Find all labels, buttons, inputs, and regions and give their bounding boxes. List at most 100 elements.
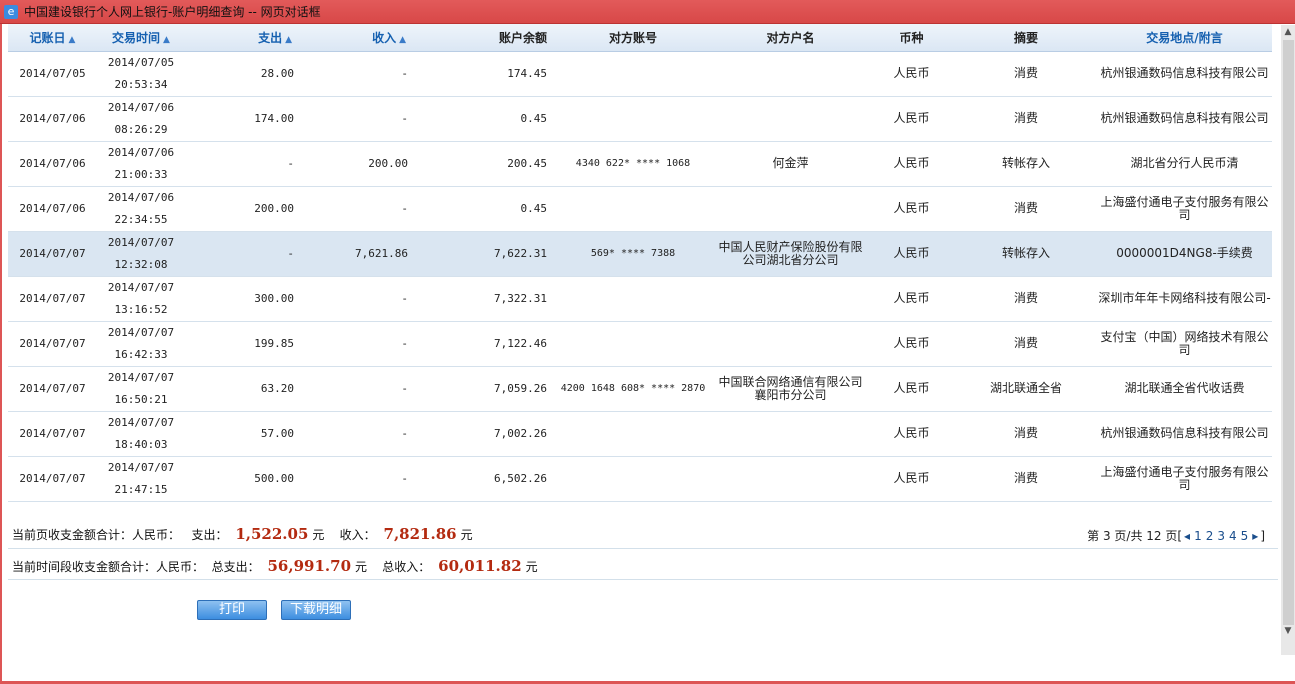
table-row[interactable]: 2014/07/07 2014/07/07 21:47:15 500.00 - 6,502… — [8, 456, 1272, 502]
column-header[interactable]: 交易时间 ▲ — [97, 24, 185, 52]
transaction-time-cell: 2014/07/07 16:50:21 — [97, 366, 185, 412]
table-row[interactable]: 2014/07/07 2014/07/07 13:16:52 300.00 - 7,322… — [8, 276, 1272, 322]
table-row[interactable]: 2014/07/06 2014/07/06 21:00:33 - 200.00 200.4… — [8, 141, 1272, 187]
sort-icon[interactable]: ▲ — [69, 35, 76, 45]
table-row[interactable]: 2014/07/07 2014/07/07 16:50:21 63.20 - 7,059.… — [8, 366, 1272, 412]
credit-cell: 200.00 — [300, 141, 414, 187]
window-title: 中国建设银行个人网上银行-账户明细查询 -- 网页对话框 — [24, 5, 321, 19]
location-note: 杭州银通数码信息科技有限公司 — [1100, 111, 1269, 125]
page-link[interactable]: 1 — [1194, 529, 1202, 543]
column-header[interactable]: 支出 ▲ — [185, 24, 300, 52]
credit-cell: - — [300, 366, 414, 412]
next-page-icon[interactable]: ▸ — [1252, 529, 1258, 543]
column-header-label: 支出 — [258, 30, 283, 45]
debit-cell: 500.00 — [185, 456, 300, 502]
summary-cell: 消费 — [955, 456, 1097, 502]
column-header: 账户余额 — [414, 24, 553, 52]
transaction-time: 12:32:08 — [114, 257, 168, 271]
column-header-label: 对方账号 — [608, 30, 657, 45]
counterparty-name-cell — [713, 411, 868, 457]
prev-page-icon[interactable]: ◂ — [1184, 529, 1190, 543]
transaction-time: 16:42:33 — [114, 347, 168, 361]
location-note: 杭州银通数码信息科技有限公司 — [1100, 426, 1269, 440]
balance: 7,059.26 — [494, 381, 547, 395]
table-row[interactable]: 2014/07/07 2014/07/07 16:42:33 199.85 - 7,122… — [8, 321, 1272, 367]
page-link[interactable]: 4 — [1229, 529, 1237, 543]
column-header[interactable]: 记账日 ▲ — [8, 24, 97, 52]
summary-cell: 消费 — [955, 321, 1097, 367]
column-header: 交易地点/附言 — [1097, 24, 1272, 52]
download-button[interactable]: 下载明细 — [281, 600, 351, 620]
location-note-cell: 杭州银通数码信息科技有限公司 — [1097, 51, 1272, 97]
print-button[interactable]: 打印 — [197, 600, 267, 620]
balance: 7,002.26 — [494, 426, 547, 440]
unit: 元 — [312, 528, 325, 542]
debit-cell: 300.00 — [185, 276, 300, 322]
posting-date: 2014/07/07 — [19, 381, 86, 395]
page-out-amount: 1,522.05 — [235, 525, 309, 543]
posting-date: 2014/07/06 — [19, 156, 86, 170]
transaction-time: 16:50:21 — [114, 392, 168, 406]
page-link[interactable]: 5 — [1241, 529, 1249, 543]
posting-date: 2014/07/06 — [19, 111, 86, 125]
scroll-up-icon[interactable]: ▲ — [1281, 27, 1295, 41]
table-row[interactable]: 2014/07/07 2014/07/07 12:32:08 - 7,621.86 7,6… — [8, 231, 1272, 277]
credit: - — [401, 426, 408, 440]
currency-cell: 人民币 — [868, 321, 955, 367]
location-note: 0000001D4NG8-手续费 — [1116, 246, 1253, 260]
column-header-label: 交易时间 — [112, 30, 161, 45]
counterparty-name-cell — [713, 96, 868, 142]
column-header-label: 交易地点/附言 — [1146, 30, 1223, 45]
counterparty-account-cell — [553, 411, 713, 457]
counterparty-account-cell — [553, 456, 713, 502]
transaction-table-container: 记账日 ▲ 交易时间 ▲ 支出 ▲ 收入 ▲ 账户余额 对方账号 对方户名 币种 摘要 交易地点/附言 2… — [8, 24, 1272, 502]
scroll-down-icon[interactable]: ▼ — [1281, 626, 1295, 640]
transaction-time: 2014/07/07 — [107, 325, 175, 339]
currency: 人民币 — [893, 156, 930, 170]
summary: 湖北联通全省 — [989, 381, 1062, 395]
posting-date: 2014/07/05 — [19, 66, 86, 80]
sort-icon[interactable]: ▲ — [285, 35, 292, 45]
table-row[interactable]: 2014/07/07 2014/07/07 18:40:03 57.00 - 7,002.… — [8, 411, 1272, 457]
summary: 消费 — [1013, 201, 1038, 215]
posting-date-cell: 2014/07/05 — [8, 51, 97, 97]
currency: 人民币 — [893, 201, 930, 215]
counterparty-account-cell — [553, 96, 713, 142]
transaction-time: 22:34:55 — [114, 212, 168, 226]
posting-date: 2014/07/07 — [19, 426, 86, 440]
table-row[interactable]: 2014/07/05 2014/07/05 20:53:34 28.00 - 174.45… — [8, 51, 1272, 97]
sort-icon[interactable]: ▲ — [399, 35, 406, 45]
currency-cell: 人民币 — [868, 51, 955, 97]
page-out-label: 支出： — [191, 528, 228, 542]
transaction-time: 2014/07/06 — [107, 145, 175, 159]
transaction-time-cell: 2014/07/07 12:32:08 — [97, 231, 185, 277]
balance: 6,502.26 — [494, 471, 547, 485]
location-note-cell: 杭州银通数码信息科技有限公司 — [1097, 411, 1272, 457]
debit: 200.00 — [254, 201, 294, 215]
credit: - — [401, 291, 408, 305]
transaction-time: 2014/07/07 — [107, 235, 175, 249]
debit-cell: 174.00 — [185, 96, 300, 142]
table-row[interactable]: 2014/07/06 2014/07/06 08:26:29 174.00 - 0.45 人… — [8, 96, 1272, 142]
page-link[interactable]: 2 — [1206, 529, 1214, 543]
location-note-cell: 支付宝（中国）网络技术有限公司 — [1097, 321, 1272, 367]
debit: 57.00 — [260, 426, 294, 440]
page-link[interactable]: 3 — [1217, 529, 1225, 543]
credit-cell: - — [300, 321, 414, 367]
balance: 7,122.46 — [494, 336, 547, 350]
transaction-time: 2014/07/07 — [107, 280, 175, 294]
column-header[interactable]: 收入 ▲ — [300, 24, 414, 52]
table-row[interactable]: 2014/07/06 2014/07/06 22:34:55 200.00 - 0.45 人… — [8, 186, 1272, 232]
transaction-time: 08:26:29 — [114, 122, 168, 136]
sort-icon[interactable]: ▲ — [163, 35, 170, 45]
period-in-amount: 60,011.82 — [438, 557, 522, 575]
transaction-time-cell: 2014/07/07 18:40:03 — [97, 411, 185, 457]
location-note: 上海盛付通电子支付服务有限公司 — [1100, 194, 1269, 222]
location-note: 杭州银通数码信息科技有限公司 — [1100, 66, 1269, 80]
currency: 人民币 — [893, 246, 930, 260]
location-note-cell: 上海盛付通电子支付服务有限公司 — [1097, 456, 1272, 502]
balance-cell: 7,122.46 — [414, 321, 553, 367]
currency-cell: 人民币 — [868, 276, 955, 322]
currency: 人民币 — [893, 66, 930, 80]
scrollbar-thumb[interactable] — [1283, 40, 1294, 625]
